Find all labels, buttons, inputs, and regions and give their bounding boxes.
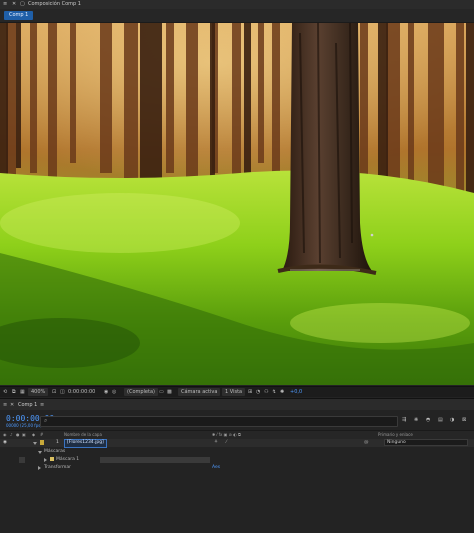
timeline-tab-comp-1[interactable]: Comp 1 bbox=[18, 401, 37, 409]
camera-dropdown[interactable]: Cámara activa bbox=[178, 388, 221, 396]
tab-comp-1[interactable]: Comp 1 bbox=[4, 11, 34, 20]
layer-quality-switch-icon[interactable]: ⁄ bbox=[226, 440, 227, 445]
channel-icon[interactable]: ◔ bbox=[256, 388, 260, 396]
resolution-icon[interactable]: ⧉ bbox=[12, 388, 16, 396]
timecode-display[interactable]: 0:00:00:00 bbox=[68, 388, 95, 396]
flowchart-icon[interactable]: ⚇ bbox=[264, 388, 268, 396]
fast-preview-icon[interactable]: ↯ bbox=[272, 388, 276, 396]
snapshot-icon[interactable]: ◉ bbox=[104, 388, 108, 396]
shy-layers-icon[interactable]: ◓ bbox=[426, 416, 430, 424]
solo-column-icon[interactable]: ● bbox=[16, 432, 20, 437]
region-icon[interactable]: ▭ bbox=[159, 388, 164, 396]
always-preview-icon[interactable]: ⟲ bbox=[3, 388, 7, 396]
pick-whip-icon[interactable]: @ bbox=[364, 440, 369, 445]
hamburger-icon[interactable]: ≡ bbox=[3, 401, 7, 409]
menu-icon[interactable]: ≡ bbox=[40, 401, 44, 409]
expand-layer-icon[interactable] bbox=[33, 442, 37, 445]
toggle-pixel-icon[interactable]: ⊞ bbox=[248, 388, 252, 396]
layer-name[interactable]: [Flores1234.jpg] bbox=[64, 439, 107, 448]
layer-row[interactable]: ◉ 1 [Flores1234.jpg] ⚘ ⁄ @ Ninguno bbox=[0, 439, 474, 448]
panel-title: Composición Comp 1 bbox=[28, 1, 81, 7]
transform-label: Transformar bbox=[44, 465, 71, 470]
fit-icon[interactable]: ⊡ bbox=[52, 388, 56, 396]
mask-1-bar bbox=[100, 457, 210, 463]
graph-editor-icon[interactable]: ⊠ bbox=[462, 416, 466, 424]
frame-blending-icon[interactable]: ▤ bbox=[438, 416, 443, 424]
masks-group-label: Máscaras bbox=[44, 449, 66, 454]
frame-rate-info: 00000 (25,00 fps) bbox=[6, 423, 42, 428]
parent-dropdown[interactable]: Ninguno bbox=[384, 439, 468, 446]
comp-mini-flowchart-icon[interactable]: ⇶ bbox=[402, 416, 406, 424]
close-icon[interactable]: ✕ bbox=[10, 401, 14, 409]
composition-tab-bar: Comp 1 bbox=[0, 9, 474, 23]
search-icon: ⌕ bbox=[44, 417, 48, 424]
mask-1-label[interactable]: Máscara 1 bbox=[56, 457, 79, 462]
hamburger-icon[interactable]: ≡ bbox=[3, 1, 7, 7]
visibility-column-icon[interactable]: ◉ bbox=[3, 432, 7, 437]
composition-viewer[interactable] bbox=[0, 23, 474, 385]
visibility-eye-icon[interactable]: ◉ bbox=[3, 440, 7, 445]
exposure-value[interactable]: +0,0 bbox=[290, 388, 302, 396]
grid-icon[interactable]: ▦ bbox=[20, 388, 25, 396]
lock-icon[interactable]: ▢ bbox=[20, 1, 25, 7]
mask-color-icon[interactable] bbox=[50, 457, 54, 461]
viewer-toolbar: ⟲ ⧉ ▦ 400% ⊡ ◫ 0:00:00:00 ◉ ◎ (Completa)… bbox=[0, 386, 474, 397]
layer-number: 1 bbox=[56, 440, 59, 445]
expand-transform-icon[interactable] bbox=[38, 466, 41, 470]
safe-area-icon[interactable]: ◫ bbox=[60, 388, 65, 396]
mask-color-swatch[interactable] bbox=[19, 457, 25, 463]
layer-name-column[interactable]: Nombre de la capa bbox=[64, 432, 102, 437]
forest-scene-image bbox=[0, 23, 474, 385]
close-icon[interactable]: ✕ bbox=[12, 1, 16, 7]
number-column-icon[interactable]: # bbox=[40, 432, 43, 437]
motion-blur-icon[interactable]: ◑ bbox=[450, 416, 454, 424]
zoom-dropdown[interactable]: 400% bbox=[28, 388, 49, 396]
mask-1-row[interactable]: Máscara 1 bbox=[0, 456, 474, 464]
transparency-grid-icon[interactable]: ▩ bbox=[167, 388, 172, 396]
masks-group-row[interactable]: Máscaras bbox=[0, 448, 474, 456]
parent-column[interactable]: Primario y enlace bbox=[378, 432, 413, 437]
resolution-dropdown[interactable]: (Completa) bbox=[124, 388, 158, 396]
label-column-icon[interactable]: ◆ bbox=[32, 432, 35, 437]
layer-search-input[interactable]: ⌕ bbox=[40, 416, 398, 427]
expand-masks-icon[interactable] bbox=[38, 451, 42, 454]
show-snapshot-icon[interactable]: ◎ bbox=[112, 388, 116, 396]
layer-shy-switch-icon[interactable]: ⚘ bbox=[214, 440, 218, 445]
audio-column-icon[interactable]: ♪ bbox=[10, 432, 13, 437]
draft-3d-icon[interactable]: ❋ bbox=[414, 416, 418, 424]
switches-column[interactable]: ✱ ⁄ fx ▣ ⊘ ◐ ⧉ bbox=[212, 432, 241, 437]
composition-panel-header: ≡ ✕ ▢ Composición Comp 1 bbox=[0, 0, 474, 9]
lock-column-icon[interactable]: ▣ bbox=[22, 432, 26, 437]
transform-group-row[interactable]: Transformar Aes bbox=[0, 464, 474, 472]
expand-mask-1-icon[interactable] bbox=[44, 458, 47, 462]
label-color-swatch[interactable] bbox=[40, 440, 44, 445]
views-dropdown[interactable]: 1 Vista bbox=[222, 388, 246, 396]
transform-reset-link[interactable]: Aes bbox=[212, 465, 220, 470]
exposure-icon[interactable]: ✺ bbox=[280, 388, 284, 396]
